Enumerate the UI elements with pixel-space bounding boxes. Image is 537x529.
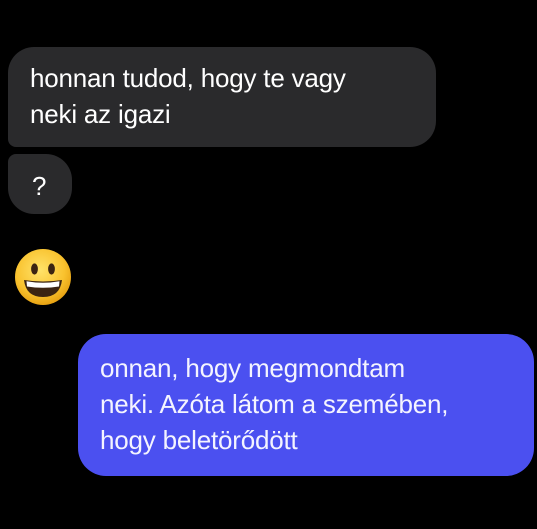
grinning-face-emoji-icon[interactable]: [13, 247, 73, 307]
received-message-bubble[interactable]: ?: [8, 154, 72, 214]
grinning-face-emoji-svg: [15, 249, 71, 305]
message-text-line: hogy beletörődött: [100, 425, 298, 455]
message-text-line: honnan tudod, hogy te vagy: [30, 63, 346, 93]
message-text-line: ?: [32, 171, 47, 201]
message-text-line: neki az igazi: [30, 99, 171, 129]
message-text-line: onnan, hogy megmondtam: [100, 353, 405, 383]
message-thread: honnan tudod, hogy te vagy neki az igazi…: [0, 0, 537, 529]
sent-message-bubble[interactable]: onnan, hogy megmondtam neki. Azóta látom…: [78, 334, 534, 476]
received-message-bubble[interactable]: honnan tudod, hogy te vagy neki az igazi: [8, 47, 436, 147]
message-text-line: neki. Azóta látom a szemében,: [100, 389, 449, 419]
